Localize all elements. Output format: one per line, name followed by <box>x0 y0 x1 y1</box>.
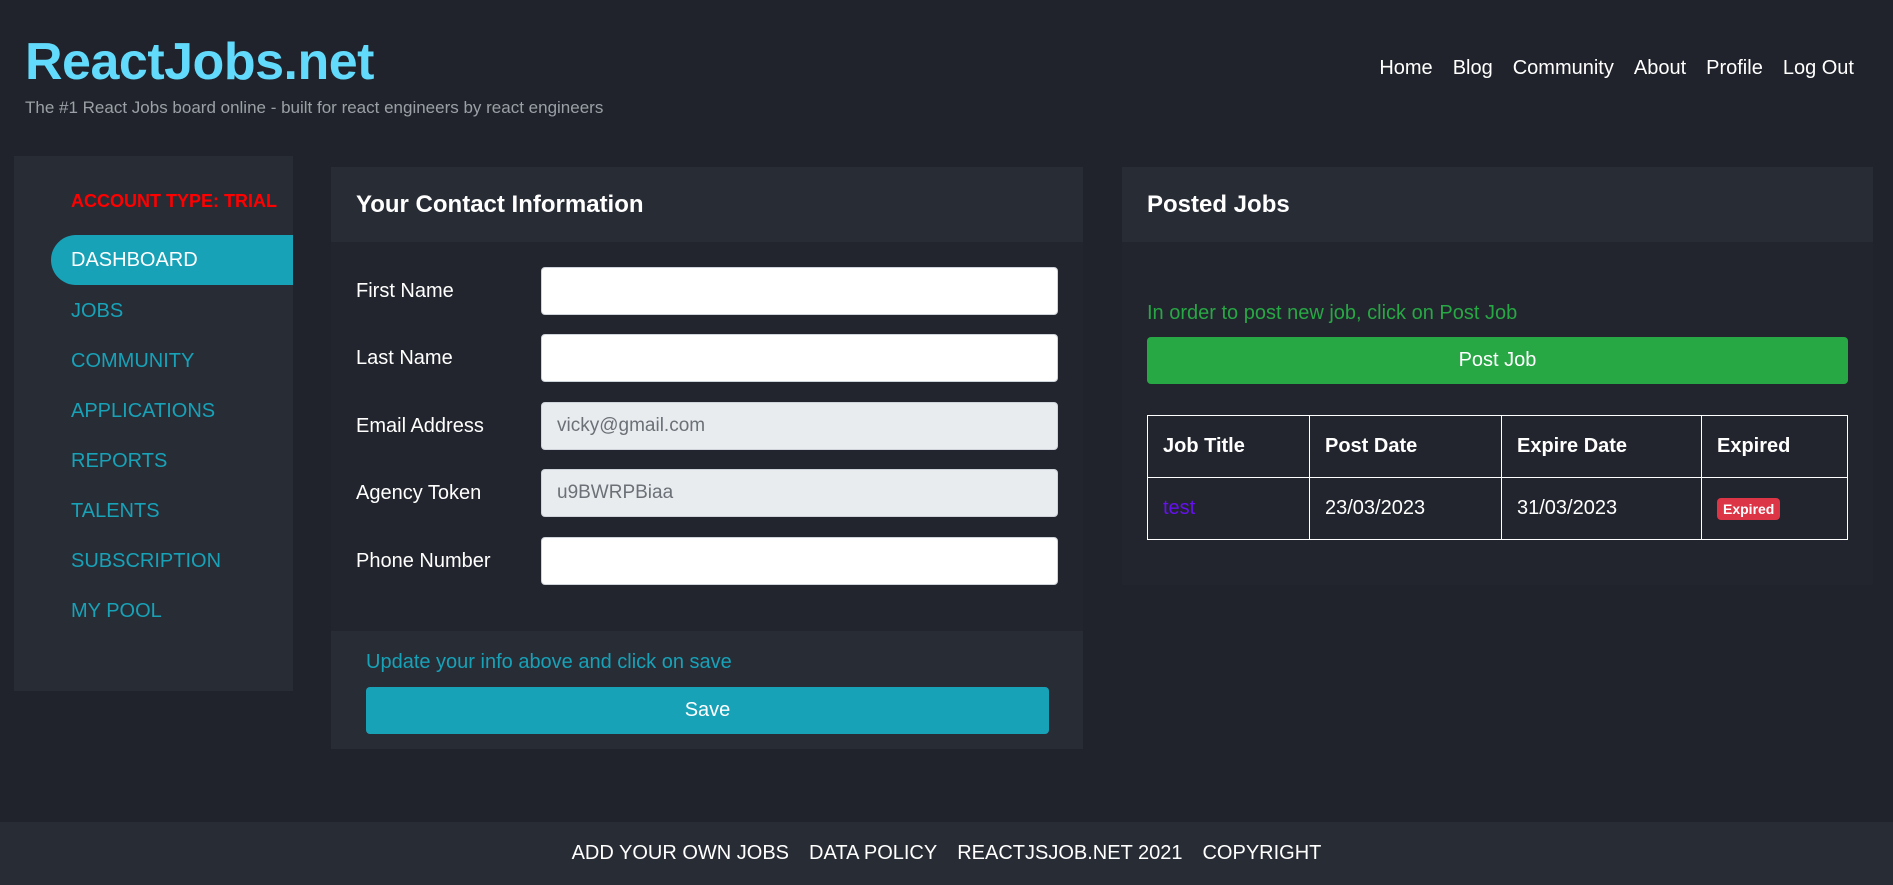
posted-jobs-card: Posted Jobs In order to post new job, cl… <box>1122 167 1873 585</box>
agency-token-field[interactable] <box>541 469 1058 517</box>
email-row: Email Address <box>356 402 1058 450</box>
site-logo-title[interactable]: ReactJobs.net <box>25 28 603 96</box>
first-name-row: First Name <box>356 267 1058 315</box>
contact-card-footer: Update your info above and click on save… <box>331 631 1083 749</box>
last-name-field[interactable] <box>541 334 1058 382</box>
email-label: Email Address <box>356 414 484 437</box>
jobs-card-title: Posted Jobs <box>1147 190 1290 218</box>
phone-number-label: Phone Number <box>356 549 491 572</box>
sidebar: ACCOUNT TYPE: TRIAL DASHBOARD JOBS COMMU… <box>14 156 293 691</box>
sidebar-item-subscription[interactable]: SUBSCRIPTION <box>71 550 221 573</box>
nav-blog[interactable]: Blog <box>1453 57 1493 80</box>
phone-number-row: Phone Number <box>356 537 1058 585</box>
top-navigation: Home Blog Community About Profile Log Ou… <box>1379 57 1854 80</box>
footer-link-copyright[interactable]: COPYRIGHT <box>1202 842 1321 865</box>
footer-link-data-policy[interactable]: DATA POLICY <box>809 842 937 865</box>
nav-logout[interactable]: Log Out <box>1783 57 1854 80</box>
email-field[interactable] <box>541 402 1058 450</box>
posted-jobs-table: Job Title Post Date Expire Date Expired … <box>1147 415 1848 540</box>
job-title-cell: test <box>1147 477 1310 540</box>
nav-about[interactable]: About <box>1634 57 1686 80</box>
post-job-hint-text: In order to post new job, click on Post … <box>1147 302 1518 324</box>
last-name-label: Last Name <box>356 346 453 369</box>
table-row: test 23/03/2023 31/03/2023 Expired <box>1147 477 1848 540</box>
first-name-field[interactable] <box>541 267 1058 315</box>
expire-date-cell: 31/03/2023 <box>1501 477 1702 540</box>
contact-card-header: Your Contact Information <box>331 167 1083 242</box>
account-type-label: ACCOUNT TYPE: TRIAL <box>71 191 277 211</box>
sidebar-item-dashboard[interactable]: DASHBOARD <box>51 235 293 285</box>
nav-profile[interactable]: Profile <box>1706 57 1763 80</box>
save-hint-text: Update your info above and click on save <box>366 651 732 673</box>
sidebar-item-reports[interactable]: REPORTS <box>71 450 167 473</box>
expired-cell: Expired <box>1701 477 1848 540</box>
column-header-job-title: Job Title <box>1147 415 1310 478</box>
sidebar-item-talents[interactable]: TALENTS <box>71 500 160 523</box>
site-tagline: The #1 React Jobs board online - built f… <box>25 98 604 117</box>
last-name-row: Last Name <box>356 334 1058 382</box>
contact-information-card: Your Contact Information First Name Last… <box>331 167 1083 749</box>
agency-token-row: Agency Token <box>356 469 1058 517</box>
sidebar-item-jobs[interactable]: JOBS <box>71 300 123 323</box>
agency-token-label: Agency Token <box>356 481 482 504</box>
job-title-link[interactable]: test <box>1163 497 1195 519</box>
jobs-card-header: Posted Jobs <box>1122 167 1873 242</box>
footer-link-site-year[interactable]: REACTJSJOB.NET 2021 <box>957 842 1182 865</box>
post-job-button[interactable]: Post Job <box>1147 337 1848 384</box>
sidebar-item-my-pool[interactable]: MY POOL <box>71 600 162 623</box>
phone-number-field[interactable] <box>541 537 1058 585</box>
post-date-cell: 23/03/2023 <box>1309 477 1502 540</box>
nav-community[interactable]: Community <box>1513 57 1614 80</box>
expired-status-badge: Expired <box>1717 498 1781 520</box>
contact-form: First Name Last Name Email Address Agenc… <box>331 242 1083 631</box>
save-button[interactable]: Save <box>366 687 1049 734</box>
sidebar-item-applications[interactable]: APPLICATIONS <box>71 400 215 423</box>
contact-card-title: Your Contact Information <box>356 190 644 218</box>
column-header-expired: Expired <box>1701 415 1848 478</box>
footer-link-add-jobs[interactable]: ADD YOUR OWN JOBS <box>572 842 789 865</box>
brand: ReactJobs.net The #1 React Jobs board on… <box>25 28 603 118</box>
sidebar-item-community[interactable]: COMMUNITY <box>71 350 194 373</box>
table-header-row: Job Title Post Date Expire Date Expired <box>1147 415 1848 478</box>
column-header-post-date: Post Date <box>1309 415 1502 478</box>
page-footer: ADD YOUR OWN JOBS DATA POLICY REACTJSJOB… <box>0 822 1893 885</box>
first-name-label: First Name <box>356 279 454 302</box>
column-header-expire-date: Expire Date <box>1501 415 1702 478</box>
jobs-card-body: In order to post new job, click on Post … <box>1122 242 1873 585</box>
nav-home[interactable]: Home <box>1379 57 1432 80</box>
